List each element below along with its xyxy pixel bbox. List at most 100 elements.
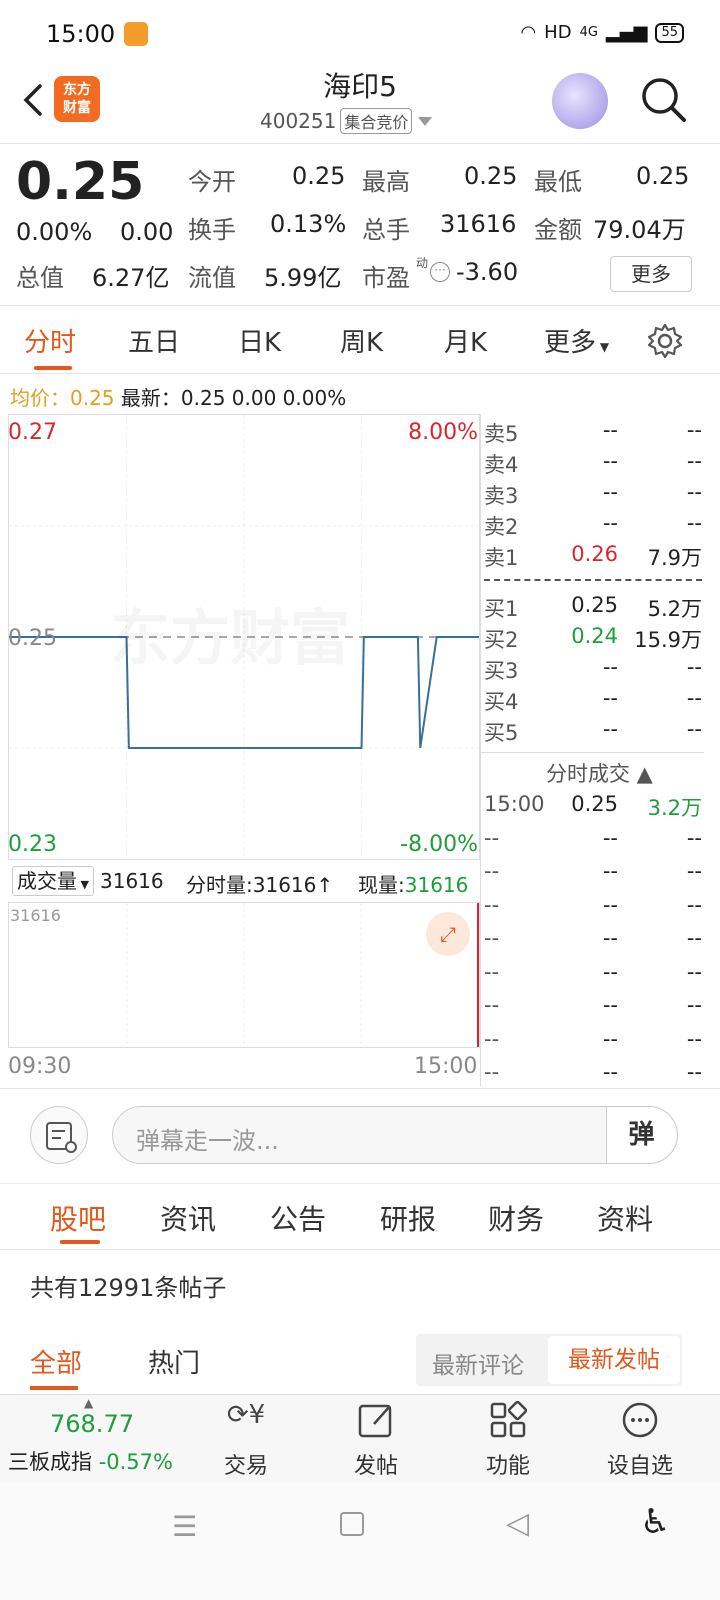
info-more-icon[interactable]: ···	[430, 262, 450, 282]
index-row[interactable]: 三板成指 -0.57%	[8, 1446, 173, 1476]
gear-icon[interactable]	[646, 322, 684, 360]
sell-price: --	[602, 418, 618, 442]
last-price: 0.25	[16, 152, 145, 212]
trade-icon[interactable]: ⟳¥	[224, 1400, 268, 1440]
sell-row: 卖3 -- --	[484, 480, 702, 511]
index-value[interactable]: 768.77	[50, 1410, 134, 1438]
turnover-label: 换手	[188, 216, 236, 244]
subtab-hot[interactable]: 热门	[148, 1343, 200, 1380]
now-volume-value: 31616	[404, 873, 469, 897]
trade-time: --	[484, 1060, 500, 1084]
trades-header[interactable]: 分时成交 ▲	[546, 758, 653, 788]
subtab-all[interactable]: 全部	[30, 1343, 82, 1380]
tab-daily-k[interactable]: 日K	[238, 322, 281, 359]
trade-row: -- -- --	[484, 893, 702, 924]
trade-price: --	[602, 892, 618, 917]
tab-five-day[interactable]: 五日	[128, 322, 180, 359]
trade-row: -- -- --	[484, 859, 702, 890]
trade-volume: 3.2万	[647, 796, 702, 820]
robot-avatar-icon[interactable]	[552, 73, 608, 129]
tab-announcements[interactable]: 公告	[270, 1198, 326, 1238]
mcap-value: 6.27亿	[92, 264, 170, 292]
grid-functions-icon[interactable]	[488, 1400, 528, 1440]
avg-value: 0.25	[70, 386, 115, 410]
functions-button[interactable]: 功能	[478, 1448, 538, 1480]
more-button[interactable]: 更多	[610, 256, 692, 292]
post-button[interactable]: 发帖	[346, 1448, 406, 1480]
tab-intraday[interactable]: 分时	[24, 322, 76, 359]
dropdown-icon	[418, 116, 433, 126]
trade-time: --	[484, 993, 500, 1017]
change-percent: 0.00%	[16, 218, 93, 246]
sort-latest-post[interactable]: 最新发帖	[548, 1336, 680, 1384]
trade-price: 0.25	[571, 792, 618, 816]
buy-row: 买2 0.24 15.9万	[484, 624, 702, 655]
tab-research[interactable]: 研报	[380, 1198, 436, 1238]
sell-label: 卖3	[484, 484, 519, 508]
danmu-toggle-button[interactable]: 弹	[606, 1107, 676, 1163]
change-amount: 0.00	[120, 218, 174, 246]
trade-row: -- -- --	[484, 960, 702, 991]
volume-selector[interactable]: 成交量 ▼	[12, 866, 94, 896]
tab-weekly-k[interactable]: 周K	[340, 322, 383, 359]
trade-row: 15:00 0.25 3.2万	[484, 792, 702, 823]
add-watchlist-button[interactable]: 设自选	[600, 1448, 680, 1480]
tab-monthly-k[interactable]: 月K	[444, 322, 487, 359]
status-time: 15:00	[46, 20, 116, 48]
buy-label: 买2	[484, 628, 519, 652]
edit-post-icon[interactable]	[356, 1400, 396, 1440]
more-dots-icon[interactable]	[620, 1400, 660, 1440]
tab-finance[interactable]: 财务	[488, 1198, 544, 1238]
stock-name: 海印5	[323, 70, 397, 103]
buy-row: 买5 -- --	[484, 717, 702, 748]
trade-time: --	[484, 825, 500, 850]
pe-dynamic-mark: 动	[416, 256, 429, 270]
sell-volume: --	[686, 480, 702, 504]
sell-label: 卖1	[484, 546, 519, 570]
buy-volume: 15.9万	[634, 628, 702, 652]
back-icon[interactable]: ◁	[506, 1506, 529, 1541]
pct-axis-top: 8.00%	[408, 420, 478, 445]
tab-profile[interactable]: 资料	[597, 1198, 653, 1238]
tab-more[interactable]: 更多 ▼	[544, 322, 609, 359]
accessibility-icon[interactable]: ♿	[640, 1502, 670, 1542]
buy-price: --	[602, 686, 618, 710]
expand-icon[interactable]: ⤢	[426, 912, 470, 956]
index-name: 三板成指	[8, 1450, 92, 1474]
trade-button[interactable]: 交易	[216, 1448, 276, 1480]
trade-price: --	[602, 1060, 618, 1084]
pe-label: 市盈	[362, 264, 410, 292]
tab-news[interactable]: 资讯	[160, 1198, 216, 1238]
sell-price: --	[602, 449, 618, 473]
buy-row: 买4 -- --	[484, 686, 702, 717]
trade-row: -- -- --	[484, 1027, 702, 1058]
open-value: 0.25	[292, 162, 346, 190]
danmu-settings-icon[interactable]	[30, 1106, 88, 1164]
buy-volume: --	[686, 655, 702, 679]
sell-price: --	[602, 511, 618, 535]
trade-volume: --	[686, 859, 702, 883]
menu-icon[interactable]: ☰	[172, 1510, 197, 1543]
volume-chart-svg	[126, 903, 479, 1047]
sell-label: 卖2	[484, 515, 519, 539]
tab-guba[interactable]: 股吧	[50, 1198, 106, 1238]
trade-volume: --	[686, 959, 702, 984]
y-axis-bottom: 0.23	[8, 832, 57, 857]
index-pct: -0.57%	[98, 1450, 173, 1474]
trade-price: --	[602, 993, 618, 1017]
search-icon[interactable]	[638, 74, 688, 124]
home-icon[interactable]	[340, 1512, 364, 1536]
volume-chart[interactable]	[8, 902, 480, 1048]
sell-volume: 7.9万	[647, 546, 702, 570]
sell-volume: --	[686, 418, 702, 442]
sell-price: --	[602, 480, 618, 504]
amount-value: 79.04万	[593, 216, 686, 244]
trades-divider	[480, 752, 704, 753]
sort-latest-comment[interactable]: 最新评论	[432, 1346, 524, 1380]
stock-code-row[interactable]: 400251 集合竞价	[260, 108, 433, 134]
trade-time: --	[484, 959, 500, 984]
trade-time: --	[484, 1026, 500, 1051]
buy-price: --	[602, 655, 618, 679]
system-nav-bar	[0, 1482, 720, 1600]
sell-volume: --	[686, 449, 702, 473]
